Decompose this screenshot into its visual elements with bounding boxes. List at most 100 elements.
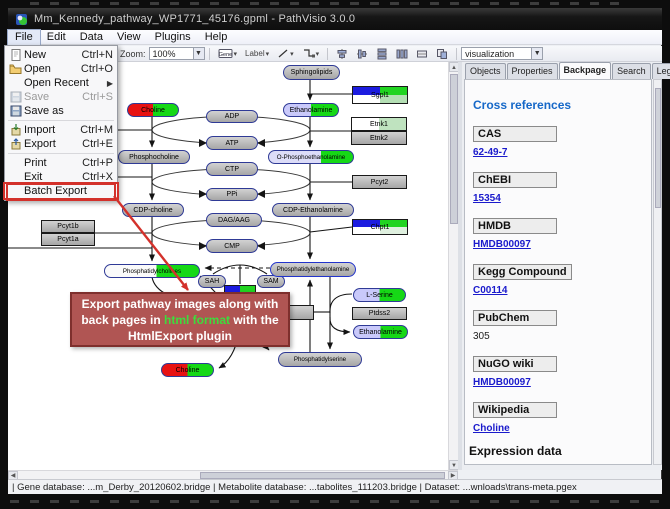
selection-handle[interactable]	[161, 367, 162, 372]
selection-handle[interactable]	[161, 363, 162, 364]
pathway-node-label: Choline	[176, 367, 200, 374]
horizontal-scroll-thumb[interactable]	[200, 472, 445, 479]
pathway-node-cmp[interactable]: CMP	[206, 239, 258, 253]
tab-objects[interactable]: Objects	[465, 63, 506, 79]
pathway-node-phosphatidylcholines[interactable]: Phosphatidylcholines	[104, 264, 200, 278]
tab-legend[interactable]: Legend	[652, 63, 670, 79]
pathway-node-sah[interactable]: SAH	[198, 275, 226, 288]
chevron-down-icon[interactable]: ▾	[316, 50, 320, 58]
tab-search[interactable]: Search	[612, 63, 651, 79]
menu-view[interactable]: View	[110, 30, 148, 45]
visualization-select[interactable]: visualization ▼	[461, 47, 543, 60]
menu-plugins[interactable]: Plugins	[148, 30, 198, 45]
menu-separator	[8, 120, 114, 121]
pathway-node-phosphocholine[interactable]: Phosphocholine	[118, 150, 190, 164]
selection-handle[interactable]	[185, 376, 190, 377]
distribute-vertical-icon[interactable]	[373, 47, 391, 61]
pathway-node-pcyt2[interactable]: Pcyt2	[352, 175, 407, 189]
menu-file[interactable]: File	[8, 30, 40, 45]
menu-item-save-as[interactable]: Save as	[5, 104, 117, 118]
distribute-horizontal-icon[interactable]	[393, 47, 411, 61]
pathway-node-adp[interactable]: ADP	[206, 110, 258, 123]
pathway-node-hidden-genebox-2[interactable]	[288, 305, 314, 320]
menu-help[interactable]: Help	[198, 30, 235, 45]
pathway-node-l-serine[interactable]: L-Serine	[353, 288, 406, 302]
pathway-node-ctp[interactable]: CTP	[206, 162, 258, 176]
line-tool-button[interactable]: ▾	[274, 47, 297, 61]
canvas-horizontal-scrollbar[interactable]: ◀ ▶	[8, 470, 458, 479]
xref-link[interactable]: Choline	[473, 423, 510, 434]
pathway-node-sgpl1[interactable]: Sgpl1	[352, 86, 408, 104]
pathway-node-sphingolipids[interactable]: Sphingolipids	[283, 65, 340, 80]
pathway-node-phosphatidylserine[interactable]: Phosphatidylserine	[278, 352, 362, 367]
menu-item-open[interactable]: OpenCtrl+O	[5, 62, 117, 76]
vertical-scroll-thumb[interactable]	[450, 74, 458, 224]
side-panel-tabs: ObjectsPropertiesBackpageSearchLegend	[465, 63, 670, 79]
pathway-node-pcyt1b[interactable]: Pcyt1b	[41, 220, 95, 233]
pathway-node-pcyt1a[interactable]: Pcyt1a	[41, 233, 95, 246]
xref-link[interactable]: HMDB00097	[473, 377, 531, 388]
pathway-node-label: Sphingolipids	[291, 69, 333, 76]
xref-value: 305	[473, 331, 490, 342]
menu-item-batch-export[interactable]: Batch Export	[5, 184, 117, 198]
align-center-icon[interactable]	[333, 47, 351, 61]
pathway-node-label: Pcyt1a	[57, 236, 78, 243]
menu-item-shortcut: Ctrl+N	[82, 49, 113, 61]
chevron-down-icon[interactable]: ▼	[531, 48, 542, 59]
title-bar[interactable]: Mm_Kennedy_pathway_WP1771_45176.gpml - P…	[8, 8, 662, 30]
import-icon	[7, 124, 24, 136]
pathway-node-ptdss2[interactable]: Ptdss2	[352, 307, 407, 320]
connector-tool-button[interactable]: ▾	[299, 47, 323, 61]
selection-handle[interactable]	[185, 363, 190, 364]
label-tool-button[interactable]: Label ▾	[242, 47, 272, 61]
callout-text: Export pathway images along with back pa…	[78, 296, 282, 344]
xref-link[interactable]: 62-49-7	[473, 147, 507, 158]
pathway-node-etnk2[interactable]: Etnk2	[351, 131, 407, 145]
tab-backpage[interactable]: Backpage	[559, 62, 612, 80]
pathway-node-ethanolamine-top[interactable]: Ethanolamine	[283, 103, 339, 117]
pathway-node-etnk1[interactable]: Etnk1	[351, 117, 407, 131]
chevron-down-icon[interactable]: ▾	[290, 50, 294, 58]
pathway-node-atp[interactable]: ATP	[206, 136, 258, 150]
line-icon	[277, 48, 289, 59]
menu-item-exit[interactable]: ExitCtrl+X	[5, 170, 117, 184]
pathway-node-choline-top[interactable]: Choline	[127, 103, 179, 117]
pathway-node-o-phosphoethanolamine[interactable]: O-Phosphoethanolamine	[268, 150, 354, 164]
pathway-node-phosphatidylethanolamine[interactable]: Phosphatidylethanolamine	[270, 262, 356, 277]
tab-properties[interactable]: Properties	[507, 63, 558, 79]
menu-item-new[interactable]: NewCtrl+N	[5, 48, 117, 62]
xref-section-cas: CAS62-49-7	[473, 124, 651, 158]
menu-item-save[interactable]: SaveCtrl+S	[5, 90, 117, 104]
datanode-gene-button[interactable]: Gene ▾	[215, 47, 241, 61]
canvas-vertical-scrollbar[interactable]: ▲ ▼	[448, 62, 458, 470]
align-middle-icon[interactable]	[353, 47, 371, 61]
pathway-node-chpt1[interactable]: Chpt1	[352, 219, 408, 235]
panel-scroll-thumb[interactable]	[655, 88, 661, 208]
common-size-icon[interactable]	[413, 47, 431, 61]
chevron-down-icon[interactable]: ▾	[266, 50, 270, 58]
menu-data[interactable]: Data	[73, 30, 110, 45]
menu-item-label: Print	[24, 157, 47, 169]
pathway-node-ethanolamine-bottom[interactable]: Ethanolamine	[353, 325, 408, 339]
selection-handle[interactable]	[213, 367, 214, 372]
pathway-node-ppi[interactable]: PPi	[206, 188, 258, 201]
pathway-node-cdp-ethanolamine[interactable]: CDP-Ethanolamine	[272, 203, 354, 217]
bring-to-front-icon[interactable]	[433, 47, 451, 61]
xref-link[interactable]: C00114	[473, 285, 507, 296]
menu-item-print[interactable]: PrintCtrl+P	[5, 156, 117, 170]
menu-item-open-recent[interactable]: Open Recent▶	[5, 76, 117, 90]
menu-item-export[interactable]: ExportCtrl+E	[5, 137, 117, 151]
panel-scrollbar[interactable]	[653, 79, 662, 465]
menu-edit[interactable]: Edit	[40, 30, 73, 45]
callout-highlight-text: html format	[164, 313, 230, 327]
pathway-node-label: Phosphatidylserine	[294, 356, 346, 363]
menu-item-import[interactable]: ImportCtrl+M	[5, 123, 117, 137]
pathway-node-dag-aag[interactable]: DAG/AAG	[206, 213, 262, 227]
xref-link[interactable]: 15354	[473, 193, 501, 204]
chevron-down-icon[interactable]: ▾	[234, 50, 238, 58]
pathway-node-cdp-choline[interactable]: CDP-choline	[122, 203, 184, 217]
chevron-down-icon[interactable]: ▼	[193, 48, 204, 59]
zoom-select[interactable]: 100% ▼	[149, 47, 205, 60]
pathway-node-choline-bottom[interactable]: Choline	[161, 363, 214, 377]
xref-link[interactable]: HMDB00097	[473, 239, 531, 250]
